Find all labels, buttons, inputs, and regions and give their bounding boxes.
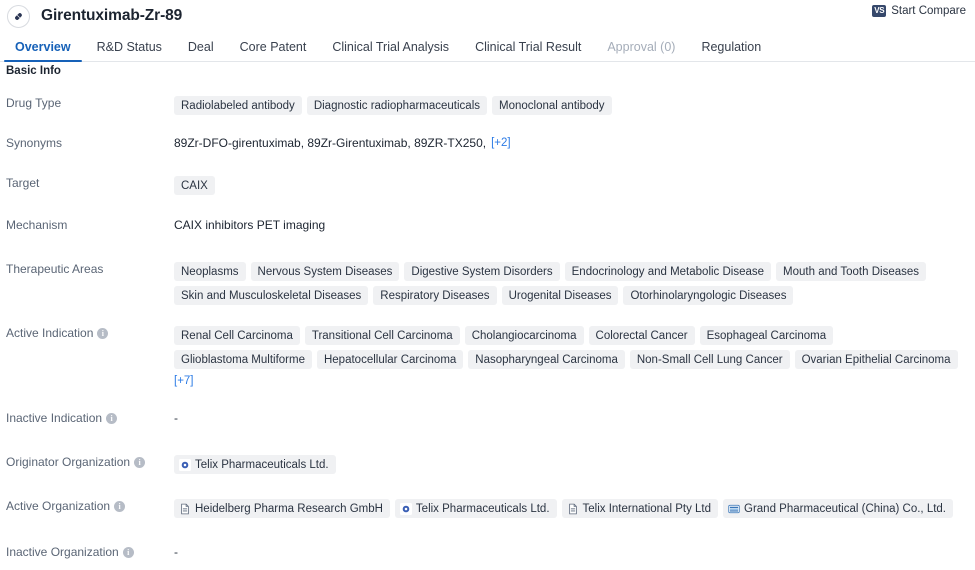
organization-tag[interactable]: Telix International Pty Ltd: [561, 499, 719, 518]
tag-item[interactable]: Mouth and Tooth Diseases: [776, 262, 927, 281]
row-value-drug-type: Radiolabeled antibody Diagnostic radioph…: [174, 96, 975, 115]
tag-item[interactable]: Renal Cell Carcinoma: [174, 326, 300, 345]
synonyms-text: 89Zr-DFO-girentuximab, 89Zr-Girentuximab…: [174, 136, 487, 150]
section-title-basic-info: Basic Info: [6, 65, 61, 77]
row-active-indication: Active Indication i Renal Cell Carcinoma…: [0, 326, 975, 389]
mechanism-text: CAIX inhibitors PET imaging: [174, 218, 326, 232]
row-value-active-indication: Renal Cell Carcinoma Transitional Cell C…: [174, 326, 975, 389]
info-icon[interactable]: i: [134, 457, 146, 468]
drug-overview-page: Girentuximab-Zr-89 VS Start Compare Over…: [0, 0, 975, 570]
row-label-active-indication: Active Indication i: [6, 326, 174, 341]
tag-item[interactable]: Non-Small Cell Lung Cancer: [629, 350, 790, 369]
synonyms-more-link[interactable]: [+2]: [491, 136, 511, 151]
tag-item[interactable]: Colorectal Cancer: [588, 326, 695, 345]
tab-rd-status[interactable]: R&D Status: [84, 40, 175, 61]
row-value-mechanism: CAIX inhibitors PET imaging: [174, 218, 975, 233]
row-label-mechanism: Mechanism: [6, 218, 68, 232]
row-originator-organization: Originator Organization i Telix Pharmace…: [0, 455, 975, 481]
row-therapeutic-areas: Therapeutic Areas Neoplasms Nervous Syst…: [0, 262, 975, 305]
tab-core-patent[interactable]: Core Patent: [227, 40, 320, 61]
active-indication-more-link[interactable]: [+7]: [174, 374, 194, 389]
row-label-therapeutic-areas: Therapeutic Areas: [6, 262, 104, 276]
tag-item[interactable]: Skin and Musculoskeletal Diseases: [174, 286, 369, 305]
grand-logo-icon: [728, 504, 740, 513]
start-compare-button[interactable]: VS Start Compare: [872, 5, 966, 17]
tab-clinical-trial-analysis[interactable]: Clinical Trial Analysis: [319, 40, 462, 61]
tag-item[interactable]: Otorhinolaryngologic Diseases: [623, 286, 794, 305]
organization-tag[interactable]: Telix Pharmaceuticals Ltd.: [394, 499, 557, 518]
tag-item[interactable]: Glioblastoma Multiforme: [174, 350, 312, 369]
capsule-icon: [7, 4, 30, 28]
tag-item[interactable]: Endocrinology and Metabolic Disease: [564, 262, 772, 281]
start-compare-label: Start Compare: [891, 5, 966, 17]
row-inactive-indication: Inactive Indication i -: [0, 411, 975, 437]
tag-item[interactable]: Esophageal Carcinoma: [699, 326, 834, 345]
organization-name: Heidelberg Pharma Research GmbH: [195, 502, 383, 515]
document-logo-icon: [568, 503, 577, 514]
tag-item[interactable]: Digestive System Disorders: [404, 262, 560, 281]
tag-item[interactable]: Nasopharyngeal Carcinoma: [468, 350, 625, 369]
row-value-synonyms: 89Zr-DFO-girentuximab, 89Zr-Girentuximab…: [174, 136, 975, 151]
organization-tag[interactable]: Heidelberg Pharma Research GmbH: [174, 499, 390, 518]
row-value-inactive-indication: -: [174, 411, 975, 426]
row-drug-type: Drug Type Radiolabeled antibody Diagnost…: [0, 96, 975, 122]
telix-logo-icon: [179, 458, 191, 471]
row-mechanism: Mechanism CAIX inhibitors PET imaging: [0, 218, 975, 244]
tag-item[interactable]: Hepatocellular Carcinoma: [316, 350, 464, 369]
row-value-therapeutic-areas: Neoplasms Nervous System Diseases Digest…: [174, 262, 975, 305]
info-icon[interactable]: i: [106, 413, 118, 424]
telix-logo-icon: [399, 502, 412, 515]
row-label-synonyms: Synonyms: [6, 136, 63, 150]
organization-tag[interactable]: Telix Pharmaceuticals Ltd.: [174, 455, 336, 474]
row-active-organization: Active Organization i Heidelberg Pharma …: [0, 499, 975, 525]
row-target: Target CAIX: [0, 176, 975, 202]
tab-approval: Approval (0): [607, 40, 676, 54]
tag-item[interactable]: Radiolabeled antibody: [174, 96, 302, 115]
info-icon[interactable]: i: [114, 501, 126, 512]
tag-item[interactable]: Urogenital Diseases: [501, 286, 619, 305]
organization-name: Telix Pharmaceuticals Ltd.: [415, 502, 550, 515]
organization-name: Telix International Pty Ltd: [582, 502, 712, 515]
tag-item[interactable]: Diagnostic radiopharmaceuticals: [306, 96, 488, 115]
empty-value: -: [174, 411, 178, 425]
tab-regulation[interactable]: Regulation: [688, 40, 774, 61]
page-title: Girentuximab-Zr-89: [41, 7, 183, 24]
organization-name: Telix Pharmaceuticals Ltd.: [195, 458, 329, 471]
info-icon[interactable]: i: [97, 328, 109, 339]
vs-badge-icon: VS: [872, 5, 887, 17]
tab-bar: Overview R&D Status Deal Core Patent Cli…: [0, 32, 975, 62]
document-logo-icon: [181, 503, 189, 514]
tag-item[interactable]: Monoclonal antibody: [492, 96, 612, 115]
row-value-inactive-organization: -: [174, 545, 975, 560]
tag-item[interactable]: Respiratory Diseases: [373, 286, 497, 305]
tag-item[interactable]: Ovarian Epithelial Carcinoma: [794, 350, 958, 369]
info-icon[interactable]: i: [122, 547, 134, 558]
row-value-target: CAIX: [174, 176, 975, 195]
row-value-active-organization: Heidelberg Pharma Research GmbH Telix Ph…: [174, 499, 975, 518]
tag-item[interactable]: CAIX: [174, 176, 215, 195]
tab-clinical-trial-result[interactable]: Clinical Trial Result: [462, 40, 594, 61]
tag-item[interactable]: Transitional Cell Carcinoma: [304, 326, 460, 345]
tag-item[interactable]: Nervous System Diseases: [250, 262, 400, 281]
row-label-inactive-organization: Inactive Organization i: [6, 545, 174, 560]
row-label-active-organization: Active Organization i: [6, 499, 174, 514]
tag-item[interactable]: Cholangiocarcinoma: [464, 326, 584, 345]
empty-value: -: [174, 545, 178, 559]
row-label-originator-organization: Originator Organization i: [6, 455, 174, 470]
basic-info-rows: Drug Type Radiolabeled antibody Diagnost…: [0, 78, 975, 570]
row-value-originator-organization: Telix Pharmaceuticals Ltd.: [174, 455, 975, 474]
row-label-drug-type: Drug Type: [6, 96, 62, 110]
row-synonyms: Synonyms 89Zr-DFO-girentuximab, 89Zr-Gir…: [0, 136, 975, 162]
row-inactive-organization: Inactive Organization i -: [0, 545, 975, 570]
organization-tag[interactable]: Grand Pharmaceutical (China) Co., Ltd.: [723, 499, 953, 518]
tag-item[interactable]: Neoplasms: [174, 262, 246, 281]
page-header: Girentuximab-Zr-89 VS Start Compare: [0, 0, 975, 32]
row-label-inactive-indication: Inactive Indication i: [6, 411, 174, 426]
tab-overview[interactable]: Overview: [2, 40, 84, 62]
organization-name: Grand Pharmaceutical (China) Co., Ltd.: [744, 502, 946, 515]
row-label-target: Target: [6, 176, 40, 190]
tab-deal[interactable]: Deal: [175, 40, 227, 61]
